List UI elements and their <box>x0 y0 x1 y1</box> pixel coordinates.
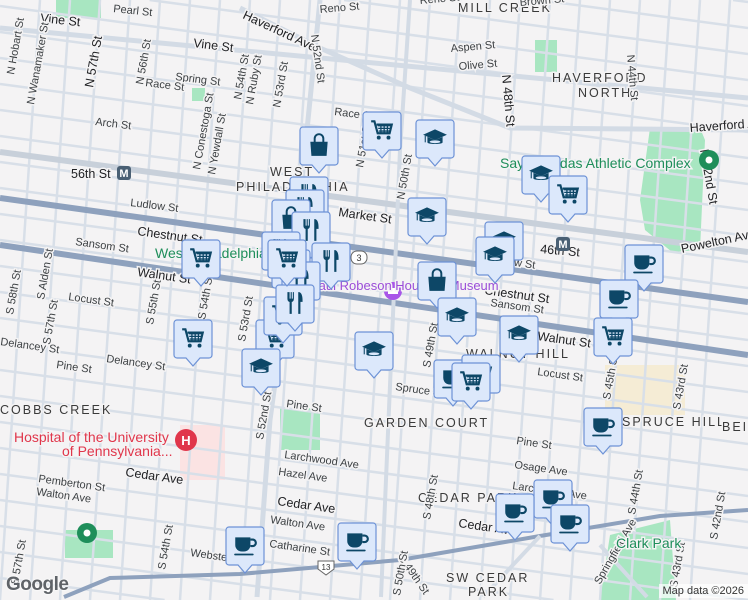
poi-marker-cap[interactable] <box>437 297 477 345</box>
street-label: Aspen St <box>450 39 496 55</box>
street-label: Reno St <box>319 1 360 16</box>
svg-text:M: M <box>558 239 567 251</box>
poi-hospital-line2[interactable]: of Pennsylvania... <box>61 442 175 461</box>
street-label: Market St <box>338 205 393 226</box>
svg-text:M: M <box>119 168 128 180</box>
neighborhood-label: BEI <box>722 420 748 434</box>
google-logo: Google <box>6 574 69 595</box>
park-pin[interactable] <box>77 523 97 543</box>
street-label: Arch St <box>95 116 132 132</box>
map-canvas[interactable]: MILL CREEKHAVERFORDNORTHWESTPHILADELPHIA… <box>0 0 748 600</box>
poi-clark-park[interactable]: Clark Park <box>615 534 684 553</box>
route-shield-3: 3 <box>350 250 368 265</box>
map-attribution[interactable]: Map data ©2026 <box>658 584 748 598</box>
street-label: Pearl St <box>113 3 153 19</box>
svg-text:H: H <box>181 433 190 448</box>
poi-marker-cup[interactable] <box>550 504 590 552</box>
neighborhood-label: GARDEN COURT <box>364 416 489 430</box>
hospital-pin[interactable]: H <box>175 429 197 451</box>
street-label: Osage Ave <box>514 459 569 478</box>
street-label: Ludlow St <box>130 197 179 215</box>
street-label: Cedar Ave <box>125 465 185 487</box>
complex-pin[interactable] <box>699 150 719 170</box>
neighborhood-label: SW CEDAR <box>446 571 529 585</box>
poi-marker-cup[interactable] <box>583 407 623 455</box>
street-label: S 57th St <box>41 299 61 346</box>
poi-marker-cart[interactable] <box>593 317 633 365</box>
street-label: Vine St <box>193 36 235 55</box>
street-label: Hazel Ave <box>278 466 329 485</box>
street-label: S 54th St <box>156 524 176 571</box>
neighborhood-label: PARK <box>468 585 509 599</box>
neighborhood-label: NORTH <box>578 86 632 100</box>
poi-marker-cap[interactable] <box>475 236 515 284</box>
street-label: 56th St <box>71 167 111 181</box>
svg-text:13: 13 <box>322 563 331 572</box>
metro-station-56th[interactable]: M <box>117 166 131 180</box>
poi-marker-cap[interactable] <box>354 331 394 379</box>
street-label: Locust St <box>68 291 115 309</box>
street-label: S 42nd St <box>708 491 728 541</box>
neighborhood-label: COBBS CREEK <box>0 403 112 417</box>
street-label: Pine St <box>56 359 93 376</box>
svg-text:3: 3 <box>356 253 361 263</box>
street-label: N Hobart St <box>5 17 27 76</box>
neighborhood-label: SPRUCE HILL <box>622 415 726 429</box>
street-label: Reno St <box>419 0 460 7</box>
poi-marker-cart[interactable] <box>173 319 213 367</box>
metro-station-46th[interactable]: M <box>556 237 570 251</box>
poi-marker-cart[interactable] <box>548 175 588 223</box>
street-label: S 53rd St <box>236 295 256 342</box>
poi-marker-cart[interactable] <box>451 362 491 410</box>
